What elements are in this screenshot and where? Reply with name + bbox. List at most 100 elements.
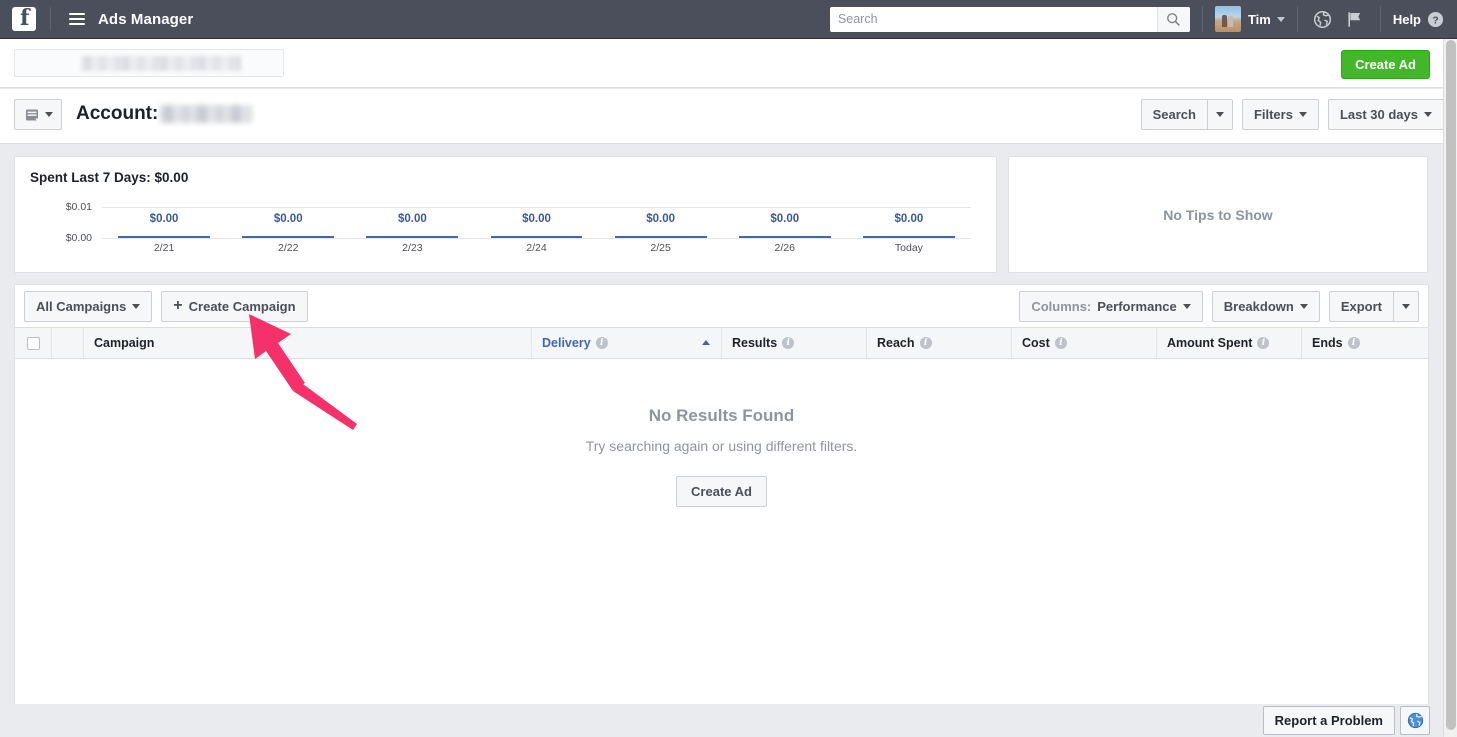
footer-bar: Report a Problem xyxy=(0,704,1443,737)
columns-prefix-label: Columns: xyxy=(1031,298,1092,314)
report-a-problem-button[interactable]: Report a Problem xyxy=(1262,706,1395,735)
info-icon[interactable]: i xyxy=(595,337,608,349)
column-label: Cost xyxy=(1022,336,1050,350)
export-dropdown-button[interactable] xyxy=(1393,290,1419,322)
bar-value-label: $0.00 xyxy=(770,213,800,225)
nav-divider xyxy=(50,7,51,31)
column-label: Delivery xyxy=(542,336,591,350)
all-campaigns-label: All Campaigns xyxy=(36,298,127,314)
x-tick-label: 2/24 xyxy=(526,242,547,254)
info-icon[interactable]: i xyxy=(1054,337,1067,349)
campaigns-table: All Campaigns + Create Campaign Columns:… xyxy=(14,284,1429,723)
bar-value-label: $0.00 xyxy=(397,213,427,225)
search-button[interactable]: Search xyxy=(1140,99,1207,130)
page-scrollbar[interactable] xyxy=(1443,39,1457,737)
bar-value-label: $0.00 xyxy=(894,213,924,225)
breakdown-label: Breakdown xyxy=(1223,298,1294,314)
chart-bars: $0.00 2/21 $0.00 2/22 $0.00 2/23 $0.00 2… xyxy=(102,201,971,257)
columns-button[interactable]: Columns: Performance xyxy=(1019,290,1203,322)
tips-empty-message: No Tips to Show xyxy=(1163,206,1273,223)
y-tick-label: $0.00 xyxy=(65,232,92,244)
chevron-down-icon xyxy=(1299,303,1308,309)
chart-bar[interactable]: $0.00 2/22 xyxy=(226,201,350,257)
export-split-button: Export xyxy=(1328,290,1419,322)
chart-bar[interactable]: $0.00 2/24 xyxy=(474,201,598,257)
column-header-cost[interactable]: Cost i xyxy=(1012,328,1157,358)
info-icon[interactable]: i xyxy=(1347,337,1360,349)
summary-panels: Spent Last 7 Days: $0.00 $0.01 $0.00 $0.… xyxy=(0,145,1443,273)
date-range-label: Last 30 days xyxy=(1339,107,1418,122)
tips-panel: No Tips to Show xyxy=(1008,156,1428,273)
filters-button[interactable]: Filters xyxy=(1241,99,1319,130)
chart-bar[interactable]: $0.00 2/26 xyxy=(723,201,847,257)
select-all-checkbox[interactable] xyxy=(26,336,40,350)
nav-divider xyxy=(1379,6,1381,32)
main-content: Spent Last 7 Days: $0.00 $0.01 $0.00 $0.… xyxy=(0,145,1443,723)
flag-icon[interactable] xyxy=(1342,10,1368,29)
export-button[interactable]: Export xyxy=(1328,290,1393,322)
redacted-account-name xyxy=(81,56,241,71)
x-tick-label: 2/26 xyxy=(774,242,795,254)
select-all-column[interactable] xyxy=(15,328,52,358)
globe-icon[interactable] xyxy=(1310,10,1336,29)
bar-value-label: $0.00 xyxy=(646,213,676,225)
info-icon[interactable]: i xyxy=(782,337,795,349)
column-label: Results xyxy=(732,336,778,350)
info-icon[interactable]: i xyxy=(919,337,932,349)
column-header-delivery[interactable]: Delivery i xyxy=(532,328,722,358)
global-search[interactable] xyxy=(829,6,1190,32)
table-column-spacer xyxy=(52,328,84,358)
column-header-campaign[interactable]: Campaign xyxy=(84,328,532,358)
account-label: Account: xyxy=(76,103,159,124)
question-mark-circle-icon: ? xyxy=(1427,11,1444,27)
help-button[interactable]: Help ? xyxy=(1393,11,1444,28)
table-header-row: Campaign Delivery i Results i Reach i Co… xyxy=(15,328,1428,359)
empty-state-create-ad-button[interactable]: Create Ad xyxy=(676,476,767,507)
account-picker[interactable] xyxy=(14,49,284,77)
account-card-icon xyxy=(25,109,38,121)
user-menu[interactable]: Tim xyxy=(1214,6,1285,32)
create-ad-button[interactable]: Create Ad xyxy=(1341,50,1430,79)
date-range-button[interactable]: Last 30 days xyxy=(1327,99,1444,130)
account-card-icon-button[interactable] xyxy=(14,99,62,130)
facebook-logo-icon[interactable] xyxy=(12,5,36,31)
search-icon[interactable] xyxy=(1156,6,1190,32)
info-icon[interactable]: i xyxy=(1257,337,1270,349)
column-header-amount-spent[interactable]: Amount Spent i xyxy=(1157,328,1302,358)
y-tick-label: $0.01 xyxy=(65,201,92,213)
scrollbar-thumb[interactable] xyxy=(1446,40,1456,730)
language-globe-button[interactable] xyxy=(1400,706,1430,735)
chart-bar[interactable]: $0.00 Today xyxy=(847,201,971,257)
chart-bar[interactable]: $0.00 2/21 xyxy=(102,201,226,257)
x-tick-label: 2/22 xyxy=(277,242,299,254)
column-header-reach[interactable]: Reach i xyxy=(867,328,1012,358)
app-title: Ads Manager xyxy=(98,10,194,28)
search-input[interactable] xyxy=(829,6,1157,32)
hamburger-menu-icon[interactable] xyxy=(69,13,85,25)
x-tick-label: 2/25 xyxy=(650,242,671,254)
breakdown-button[interactable]: Breakdown xyxy=(1211,290,1320,322)
chevron-down-icon xyxy=(1424,112,1432,117)
chart-bar[interactable]: $0.00 2/25 xyxy=(599,201,723,257)
nav-divider xyxy=(1296,6,1298,32)
nav-divider xyxy=(1201,6,1203,32)
x-tick-label: 2/21 xyxy=(153,242,175,254)
search-split-button: Search xyxy=(1140,99,1233,130)
column-header-results[interactable]: Results i xyxy=(722,328,867,358)
all-campaigns-filter-button[interactable]: All Campaigns xyxy=(24,290,153,322)
top-nav-right-cluster: Tim Help ? xyxy=(829,0,1457,39)
search-dropdown-button[interactable] xyxy=(1206,99,1233,130)
chevron-down-icon xyxy=(1276,16,1285,22)
column-header-ends[interactable]: Ends i xyxy=(1302,328,1428,358)
column-label: Reach xyxy=(877,336,915,350)
bar-shape xyxy=(242,236,335,238)
bar-shape xyxy=(862,236,955,238)
chevron-down-icon xyxy=(1298,112,1307,117)
page-title: Account: xyxy=(76,103,253,125)
x-tick-label: 2/23 xyxy=(402,242,423,254)
chart-bar[interactable]: $0.00 2/23 xyxy=(350,201,474,257)
create-campaign-button[interactable]: + Create Campaign xyxy=(161,290,308,322)
plus-icon: + xyxy=(173,297,183,314)
table-body: No Results Found Try searching again or … xyxy=(15,359,1428,722)
columns-value-label: Performance xyxy=(1097,298,1177,314)
